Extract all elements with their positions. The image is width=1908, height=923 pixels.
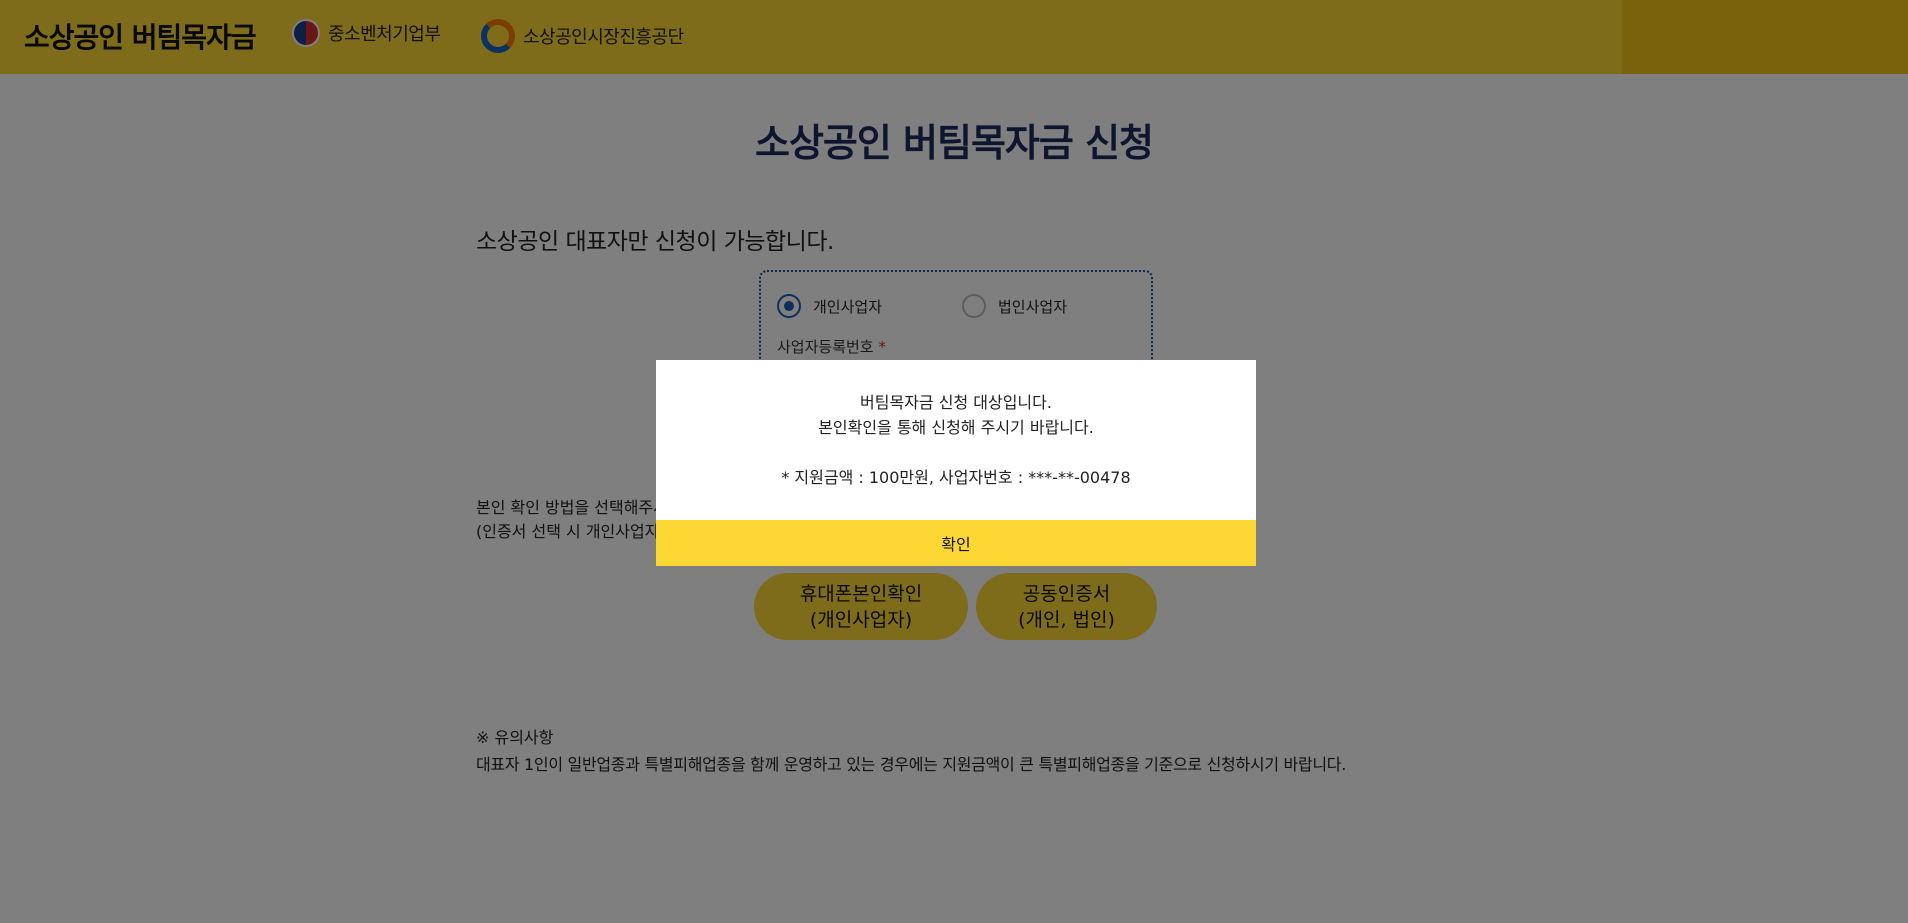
modal-gap [656,440,1256,465]
modal-line-3: * 지원금액 : 100만원, 사업자번호 : ***-**-00478 [781,468,1131,487]
modal-message: 버팀목자금 신청 대상입니다. 본인확인을 통해 신청해 주시기 바랍니다. *… [656,390,1256,490]
eligibility-modal: 버팀목자금 신청 대상입니다. 본인확인을 통해 신청해 주시기 바랍니다. *… [656,360,1256,566]
modal-confirm-button[interactable]: 확인 [656,520,1256,566]
page: 소상공인 버팀목자금 중소벤처기업부 소상공인시장진흥공단 소상공인 버팀목자금… [0,0,1908,923]
modal-line-2: 본인확인을 통해 신청해 주시기 바랍니다. [818,418,1094,437]
modal-line-1: 버팀목자금 신청 대상입니다. [860,393,1052,412]
